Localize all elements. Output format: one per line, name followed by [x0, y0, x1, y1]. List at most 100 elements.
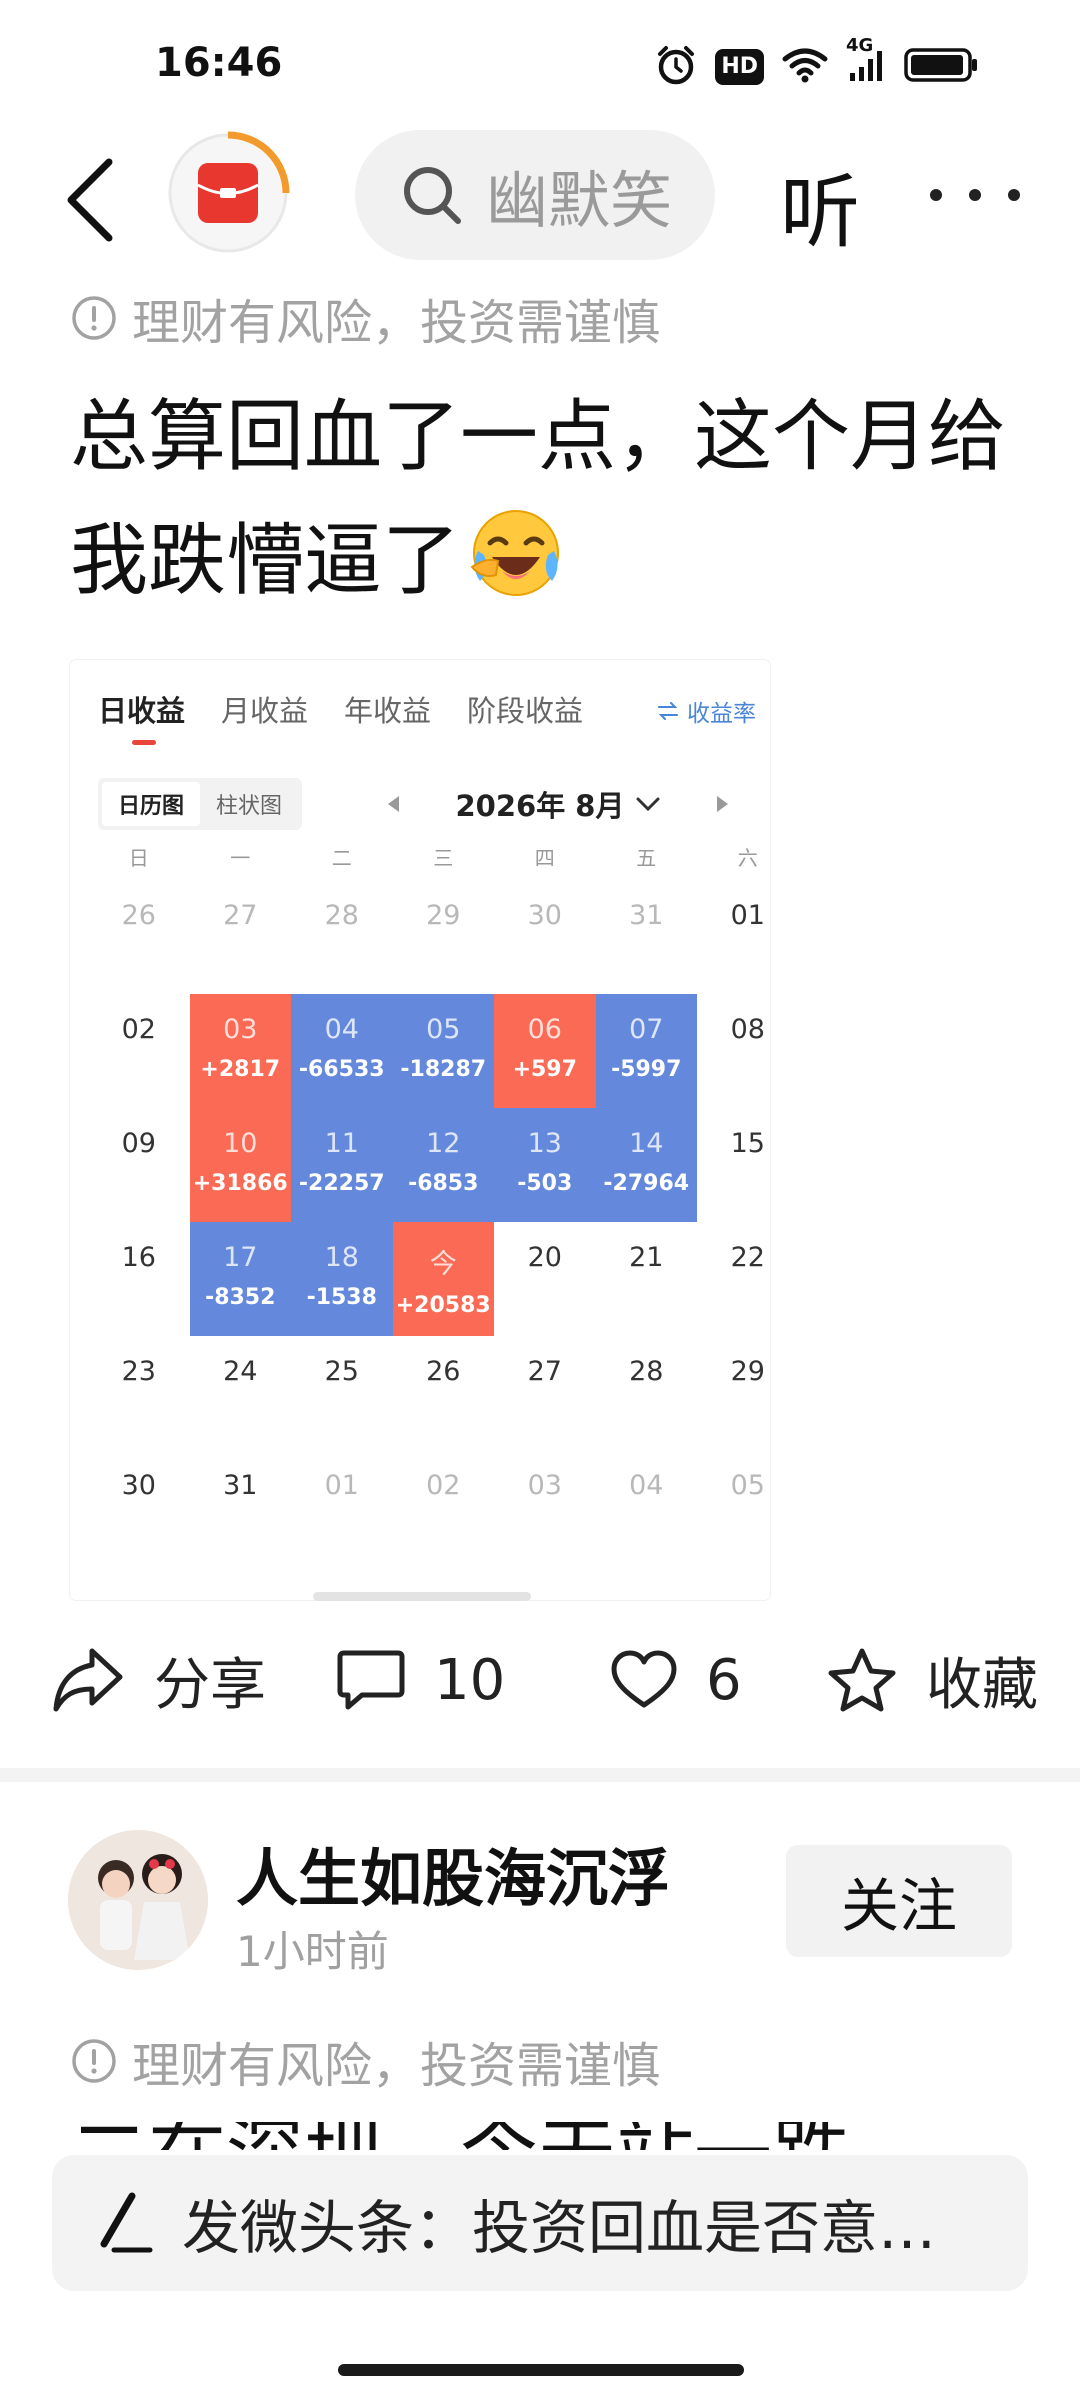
- tab-daily-profit[interactable]: 日收益: [98, 688, 185, 748]
- calendar-day-cell[interactable]: 14 -27964: [595, 1108, 697, 1222]
- calendar-day-cell[interactable]: 02: [393, 1450, 495, 1564]
- card-scroll-indicator[interactable]: [313, 1592, 531, 1601]
- bar-view-option[interactable]: 柱状图: [200, 782, 298, 826]
- calendar-day-cell[interactable]: 31: [190, 1450, 292, 1564]
- calendar-view-option[interactable]: 日历图: [102, 782, 200, 826]
- more-dot-icon: [969, 189, 981, 201]
- calendar-day-number: 22: [730, 1242, 765, 1273]
- calendar-day-number: 03: [527, 1470, 562, 1501]
- calendar-day-number: 08: [730, 1014, 765, 1045]
- calendar-day-cell[interactable]: 26: [393, 1336, 495, 1450]
- calendar-day-cell[interactable]: 30: [88, 1450, 190, 1564]
- tab-yearly-profit[interactable]: 年收益: [344, 688, 431, 748]
- calendar-day-cell[interactable]: 03: [494, 1450, 596, 1564]
- calendar-day-cell[interactable]: 24: [190, 1336, 292, 1450]
- tab-monthly-profit[interactable]: 月收益: [221, 688, 308, 748]
- calendar-day-cell[interactable]: 18 -1538: [291, 1222, 393, 1336]
- calendar-day-number: 12: [426, 1128, 461, 1159]
- star-icon: [828, 1648, 896, 1712]
- calendar-day-cell[interactable]: 03 +2817: [189, 994, 291, 1108]
- favorite-button[interactable]: 收藏: [826, 1630, 1038, 1730]
- calendar-day-cell[interactable]: 02: [88, 994, 190, 1108]
- calendar-day-cell[interactable]: 04 -66533: [291, 994, 393, 1108]
- heart-icon: [611, 1650, 677, 1708]
- calendar-day-number: 24: [223, 1356, 258, 1387]
- calendar-day-cell[interactable]: 31: [596, 880, 698, 994]
- profit-calendar-card[interactable]: 日收益 月收益 年收益 阶段收益 收益率 日历图 柱状图 2026年 8月 日 …: [70, 660, 770, 1601]
- calendar-day-cell[interactable]: 29: [697, 1336, 799, 1450]
- author-name[interactable]: 人生如股海沉浮: [236, 1828, 670, 1918]
- calendar-day-cell[interactable]: 30: [494, 880, 596, 994]
- info-circle-icon: [72, 2039, 116, 2083]
- comment-button[interactable]: 10: [336, 1630, 505, 1730]
- calendar-day-cell[interactable]: 29: [393, 880, 495, 994]
- calendar-day-cell[interactable]: 10 +31866: [189, 1108, 291, 1222]
- calendar-day-cell[interactable]: 16: [88, 1222, 190, 1336]
- calendar-day-cell[interactable]: 21: [596, 1222, 698, 1336]
- calendar-day-cell[interactable]: 05 -18287: [392, 994, 494, 1108]
- calendar-day-cell[interactable]: 28: [596, 1336, 698, 1450]
- calendar-day-profit: -27964: [603, 1171, 690, 1196]
- calendar-day-cell[interactable]: 今 +20583: [392, 1222, 494, 1336]
- calendar-day-cell[interactable]: 06 +597: [494, 994, 596, 1108]
- calendar-day-number: 18: [324, 1242, 359, 1273]
- calendar-day-cell[interactable]: 20: [494, 1222, 596, 1336]
- weekday-label: 六: [737, 845, 758, 870]
- calendar-day-cell[interactable]: 27: [494, 1336, 596, 1450]
- calendar-day-number: 29: [426, 900, 461, 931]
- calendar-day-cell[interactable]: 07 -5997: [595, 994, 697, 1108]
- info-circle-icon: [72, 296, 116, 340]
- calendar-day-cell[interactable]: 05: [697, 1450, 799, 1564]
- month-label: 2026年 8月: [455, 789, 625, 823]
- calendar-day-profit: -66533: [298, 1057, 385, 1082]
- home-indicator[interactable]: [338, 2364, 744, 2376]
- author-avatar[interactable]: [68, 1830, 208, 1970]
- follow-button[interactable]: 关注: [786, 1845, 1012, 1957]
- calendar-day-number: 07: [629, 1014, 664, 1045]
- calendar-day-cell[interactable]: 08: [697, 994, 799, 1108]
- next-month-icon[interactable]: [717, 796, 728, 812]
- calendar-day-cell[interactable]: 26: [88, 880, 190, 994]
- tab-period-profit[interactable]: 阶段收益: [467, 688, 583, 748]
- laughing-crying-emoji-icon: [466, 501, 566, 637]
- app-logo-button[interactable]: [165, 130, 291, 256]
- pen-icon: [100, 2192, 153, 2253]
- like-button[interactable]: 6: [610, 1630, 742, 1730]
- calendar-day-number: 04: [629, 1470, 664, 1501]
- calendar-day-cell[interactable]: 28: [291, 880, 393, 994]
- calendar-grid: 日 一 二 三 四 五 六 26 27 28 29 30 31 01 02 03 +2817 04 -…: [88, 832, 768, 1564]
- calendar-day-cell[interactable]: 11 -22257: [291, 1108, 393, 1222]
- prev-month-icon[interactable]: [388, 796, 399, 812]
- month-selector[interactable]: 2026年 8月: [456, 783, 661, 825]
- calendar-day-number: 05: [426, 1014, 461, 1045]
- calendar-day-number: 17: [223, 1242, 258, 1273]
- network-type-label: 4G: [846, 35, 874, 56]
- profit-tabs: 日收益 月收益 年收益 阶段收益: [98, 688, 583, 748]
- calendar-day-cell[interactable]: 23: [88, 1336, 190, 1450]
- post-actions: 分享 10 6 收藏: [0, 1630, 1080, 1730]
- more-options-button[interactable]: [930, 170, 1020, 220]
- calendar-day-number: 15: [730, 1128, 765, 1159]
- calendar-day-cell[interactable]: 01: [697, 880, 799, 994]
- comment-icon: [337, 1650, 405, 1710]
- calendar-day-number: 13: [527, 1128, 562, 1159]
- listen-button[interactable]: 听: [780, 148, 860, 264]
- back-button[interactable]: [50, 150, 130, 250]
- yield-rate-link[interactable]: 收益率: [657, 694, 756, 728]
- calendar-day-cell[interactable]: 27: [190, 880, 292, 994]
- compose-bar[interactable]: 发微头条：投资回血是否意…: [52, 2155, 1028, 2291]
- calendar-day-cell[interactable]: 04: [596, 1450, 698, 1564]
- search-bar[interactable]: 幽默笑: [355, 130, 715, 260]
- calendar-day-cell[interactable]: 13 -503: [494, 1108, 596, 1222]
- calendar-day-cell[interactable]: 17 -8352: [189, 1222, 291, 1336]
- share-button[interactable]: 分享: [52, 1630, 266, 1730]
- calendar-day-cell[interactable]: 15: [697, 1108, 799, 1222]
- calendar-day-cell[interactable]: 09: [88, 1108, 190, 1222]
- calendar-day-cell[interactable]: 12 -6853: [392, 1108, 494, 1222]
- calendar-day-cell[interactable]: 25: [291, 1336, 393, 1450]
- risk-disclaimer-2: 理财有风险，投资需谨慎: [70, 2026, 660, 2096]
- calendar-day-cell[interactable]: 01: [291, 1450, 393, 1564]
- calendar-day-number: 06: [527, 1014, 562, 1045]
- search-icon: [404, 167, 461, 224]
- calendar-day-cell[interactable]: 22: [697, 1222, 799, 1336]
